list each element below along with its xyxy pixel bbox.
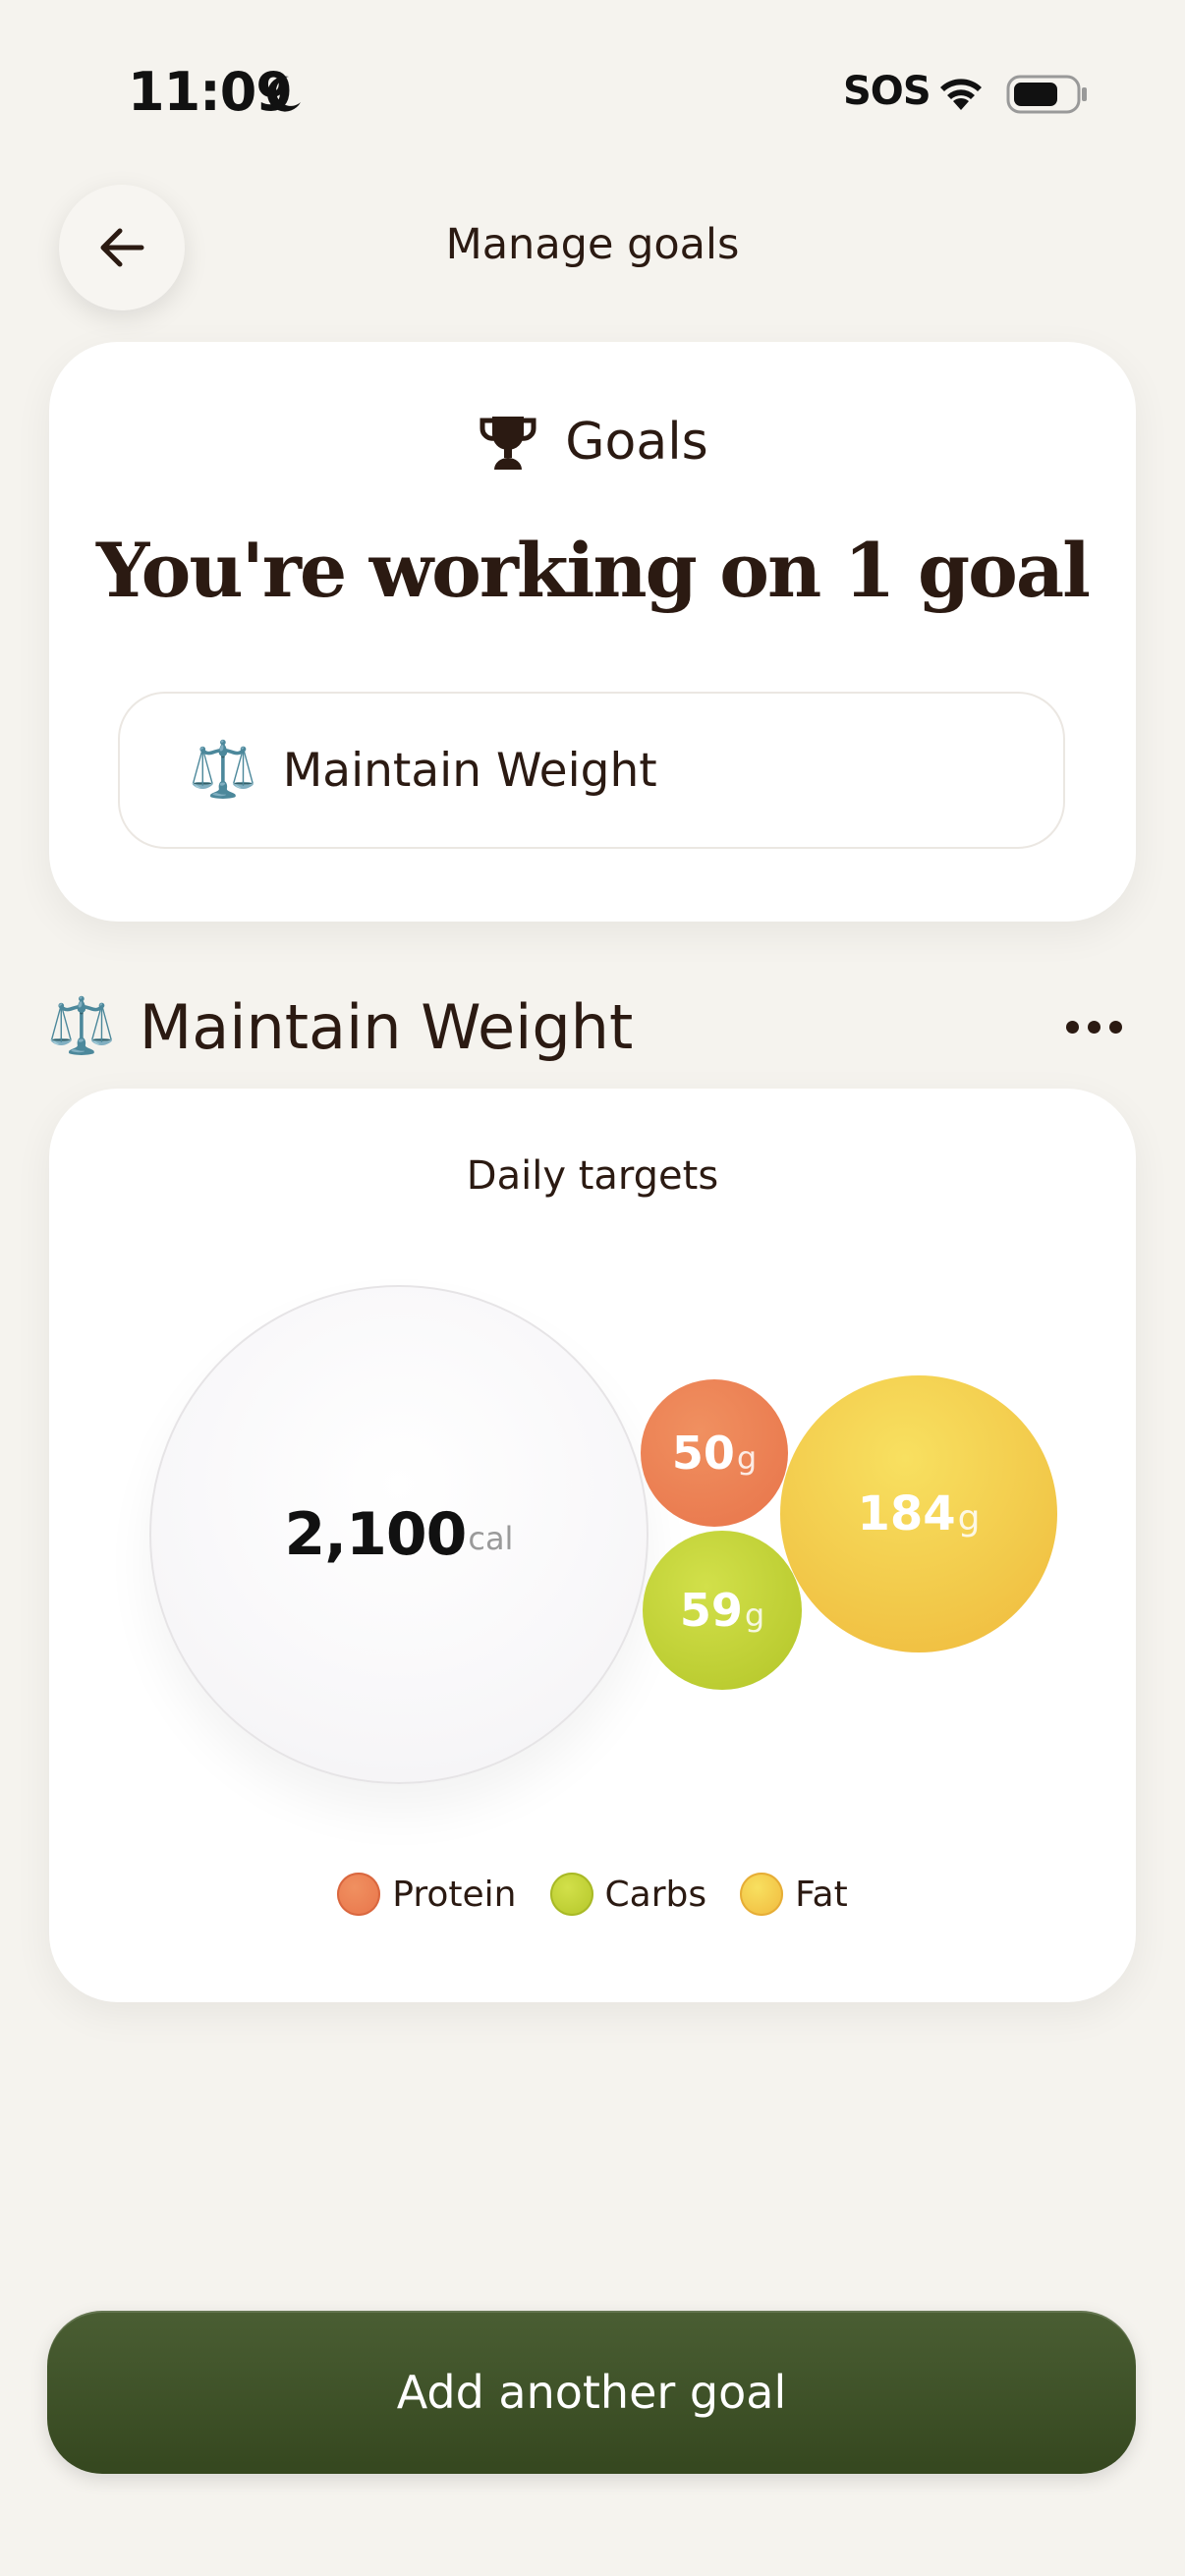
goals-summary-card: Goals You're working on 1 goal ⚖️ Mainta… xyxy=(49,342,1136,922)
more-options-button[interactable] xyxy=(1049,1000,1138,1053)
legend-item-carbs: Carbs xyxy=(549,1873,707,1916)
carrier-label: SOS xyxy=(843,69,931,114)
fat-bubble: 184 g xyxy=(780,1375,1057,1652)
battery-icon xyxy=(1006,75,1087,114)
carbs-value: 59 xyxy=(679,1584,743,1637)
legend-swatch-carbs xyxy=(549,1873,593,1916)
daily-targets-title: Daily targets xyxy=(466,1153,719,1199)
goals-header-label: Goals xyxy=(565,413,708,472)
fat-unit: g xyxy=(957,1498,981,1539)
legend-swatch-fat xyxy=(740,1873,784,1916)
status-bar: 11:09 SOS xyxy=(0,0,1185,187)
balance-scale-icon: ⚖️ xyxy=(189,738,257,802)
legend-item-fat: Fat xyxy=(740,1873,848,1916)
wifi-icon xyxy=(940,79,982,110)
goal-item-label: Maintain Weight xyxy=(282,743,657,798)
carbs-bubble: 59 g xyxy=(643,1531,802,1690)
calories-value: 2,100 xyxy=(284,1500,468,1569)
moon-icon xyxy=(267,76,301,112)
carbs-unit: g xyxy=(744,1596,765,1634)
page-title: Manage goals xyxy=(445,220,740,269)
calories-unit: cal xyxy=(468,1520,514,1557)
fat-value: 184 xyxy=(857,1486,956,1541)
goals-header: Goals xyxy=(49,411,1136,474)
legend-swatch-protein xyxy=(337,1873,381,1916)
daily-targets-card: Daily targets 2,100 cal 184 g 50 g 59 g … xyxy=(49,1089,1136,2002)
more-dot-icon xyxy=(1065,1020,1079,1034)
more-dot-icon xyxy=(1087,1020,1100,1034)
legend-item-protein: Protein xyxy=(337,1873,517,1916)
legend-label: Protein xyxy=(392,1874,517,1915)
goal-item-maintain-weight[interactable]: ⚖️ Maintain Weight xyxy=(118,692,1065,849)
more-dot-icon xyxy=(1108,1020,1122,1034)
calories-bubble: 2,100 cal xyxy=(149,1285,649,1784)
goal-section-header: ⚖️ Maintain Weight xyxy=(47,982,1138,1071)
goals-headline: You're working on 1 goal xyxy=(96,527,1091,614)
protein-bubble: 50 g xyxy=(641,1379,788,1527)
balance-scale-icon: ⚖️ xyxy=(47,994,116,1058)
macro-legend: Protein Carbs Fat xyxy=(49,1873,1136,1916)
trophy-icon xyxy=(480,417,536,470)
add-another-goal-button[interactable]: Add another goal xyxy=(47,2311,1136,2474)
legend-label: Carbs xyxy=(604,1874,707,1915)
legend-label: Fat xyxy=(795,1874,848,1915)
protein-value: 50 xyxy=(671,1427,735,1480)
section-title: Maintain Weight xyxy=(139,990,634,1063)
protein-unit: g xyxy=(736,1439,758,1477)
